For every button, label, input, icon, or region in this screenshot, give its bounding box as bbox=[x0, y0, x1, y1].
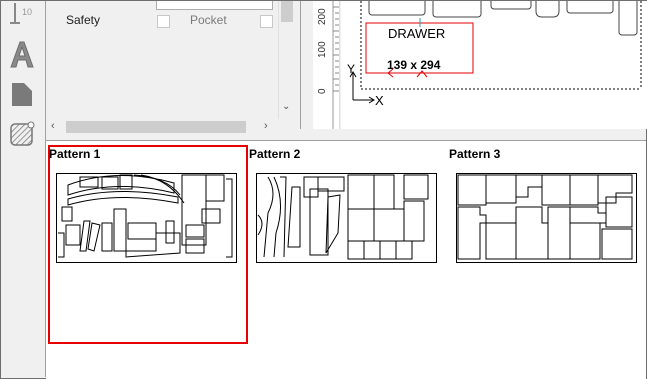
pattern-2-thumbnail[interactable] bbox=[256, 173, 438, 267]
properties-vertical-scrollbar[interactable]: ⌄ bbox=[278, 1, 295, 119]
safety-checkbox[interactable] bbox=[157, 15, 170, 28]
property-dropdown[interactable] bbox=[156, 1, 273, 10]
scroll-right-icon[interactable]: › bbox=[264, 120, 268, 132]
properties-horizontal-scrollbar[interactable]: ‹ › bbox=[46, 119, 278, 136]
ruler-label-100: 100 bbox=[317, 41, 328, 58]
pattern-1-thumbnail[interactable] bbox=[56, 173, 238, 267]
scroll-thumb[interactable] bbox=[281, 1, 293, 22]
patterns-panel: Pattern 1 Pattern 2 Pattern 3 bbox=[46, 140, 646, 379]
ruler-label-0: 0 bbox=[317, 88, 328, 94]
x-axis-label: X bbox=[375, 93, 384, 108]
hatch-icon bbox=[10, 121, 35, 146]
part-name-label: DRAWER bbox=[388, 26, 445, 41]
nesting-canvas[interactable]: DRAWER 139 x 294 Y X bbox=[341, 0, 647, 129]
dimension-tool-number: 10 bbox=[22, 7, 32, 17]
safety-label: Safety bbox=[66, 13, 101, 27]
vertical-ruler: 200 100 0 bbox=[313, 1, 340, 129]
pattern-1-label[interactable]: Pattern 1 bbox=[49, 147, 100, 161]
y-axis-label: Y bbox=[347, 62, 355, 76]
dimension-tool-button[interactable]: 10 bbox=[7, 1, 37, 31]
pattern-3-thumbnail[interactable] bbox=[456, 173, 638, 267]
ruler-label-200: 200 bbox=[317, 8, 328, 25]
scroll-down-icon[interactable]: ⌄ bbox=[282, 101, 290, 112]
dimension-icon: 10 bbox=[10, 3, 32, 24]
letter-a-icon bbox=[10, 41, 34, 68]
drawing-view: 200 100 0 DRAWER 139 x 294 Y X bbox=[300, 0, 647, 129]
scroll-left-icon[interactable]: ‹ bbox=[51, 120, 55, 132]
pocket-label: Pocket bbox=[190, 13, 227, 27]
properties-panel: Safety Pocket bbox=[46, 1, 294, 119]
hatch-tool-button[interactable] bbox=[7, 119, 37, 149]
text-tool-button[interactable] bbox=[7, 39, 37, 69]
tool-palette: 10 bbox=[1, 1, 46, 377]
fill-tool-button[interactable] bbox=[7, 79, 37, 109]
part-size-label: 139 x 294 bbox=[387, 58, 441, 72]
pocket-checkbox[interactable] bbox=[260, 15, 273, 28]
shape-fill-icon bbox=[12, 83, 32, 106]
pattern-3-label[interactable]: Pattern 3 bbox=[449, 147, 500, 161]
pattern-2-label[interactable]: Pattern 2 bbox=[249, 147, 300, 161]
scroll-thumb-horizontal[interactable] bbox=[66, 121, 246, 133]
